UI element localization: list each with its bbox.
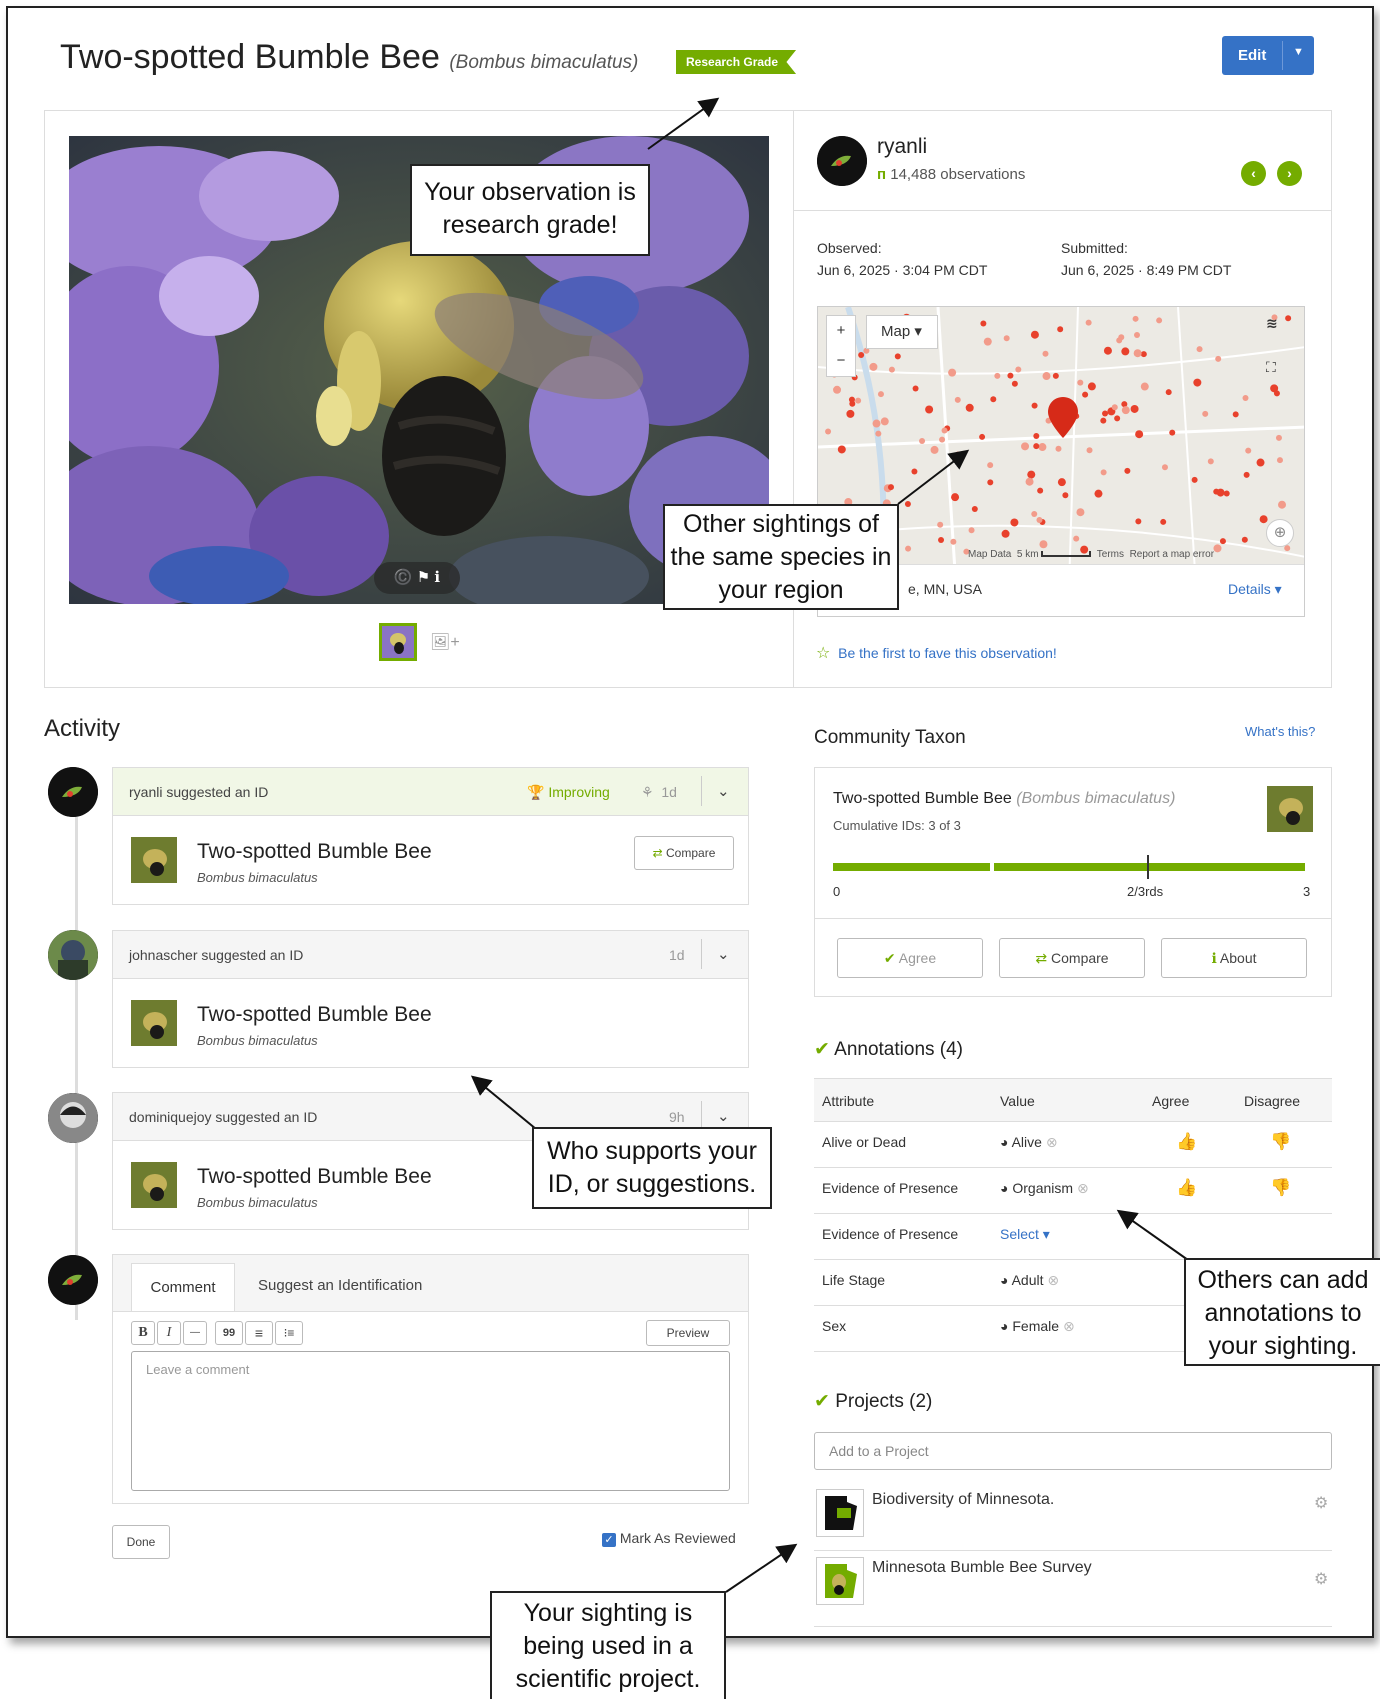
callout-annotations: Others can add annotations to your sight… (1184, 1258, 1380, 1366)
callout-supporters: Who supports your ID, or suggestions. (532, 1127, 772, 1209)
callout-arrows (470, 97, 1189, 1593)
callout-research-grade: Your observation is research grade! (410, 164, 650, 256)
callout-project: Your sighting is being used in a scienti… (490, 1591, 726, 1699)
callout-other-sightings: Other sightings of the same species in y… (663, 504, 899, 610)
